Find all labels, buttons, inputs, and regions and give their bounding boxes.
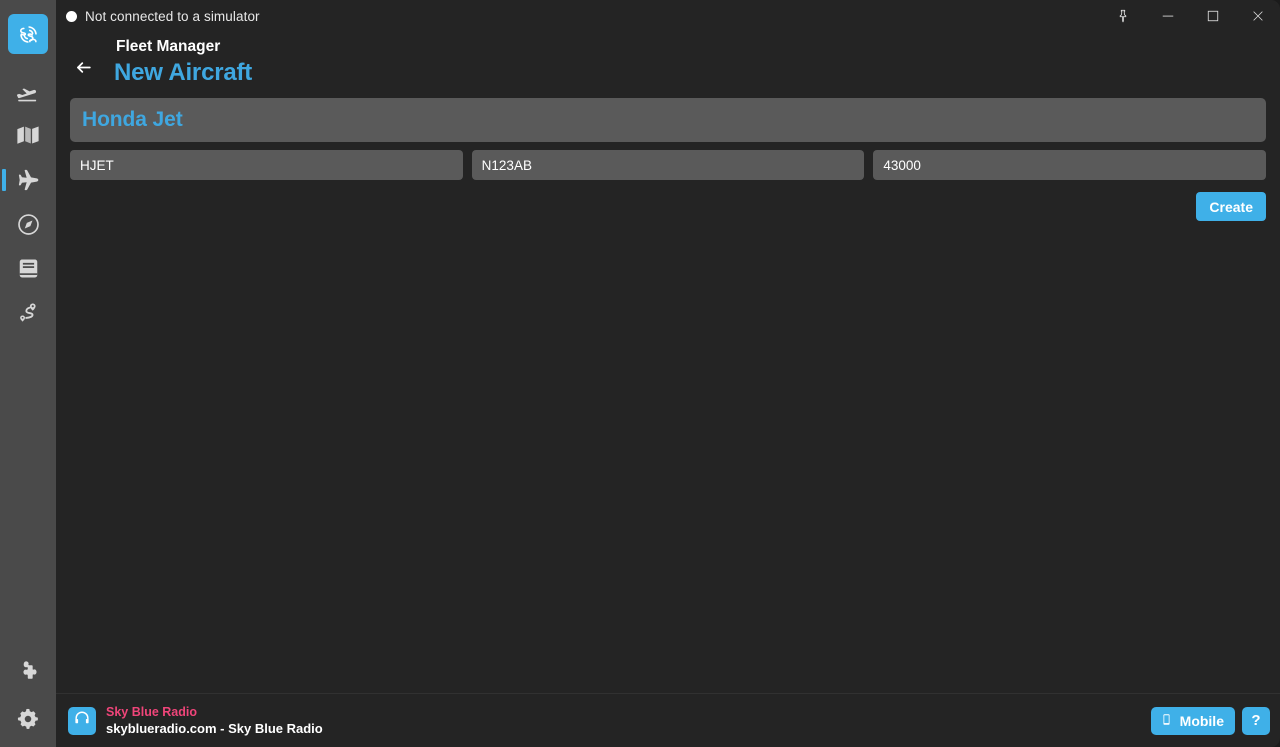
header-titles: Fleet Manager New Aircraft	[114, 34, 252, 87]
puzzle-piece-icon	[16, 659, 41, 684]
page-content: Honda Jet Create	[56, 98, 1280, 693]
sidebar-item-maps[interactable]	[8, 116, 48, 156]
sidebar-rail	[0, 0, 56, 747]
minimize-button[interactable]	[1145, 0, 1190, 32]
maximize-icon	[1206, 9, 1220, 23]
gear-icon	[15, 706, 41, 732]
close-icon	[1251, 9, 1265, 23]
headphones-icon	[73, 709, 91, 732]
bottom-bar: Sky Blue Radio skyblueradio.com - Sky Bl…	[56, 693, 1280, 747]
close-button[interactable]	[1235, 0, 1280, 32]
arrow-left-icon	[74, 58, 93, 82]
map-icon	[15, 123, 41, 149]
main-window: Not connected to a simulator Fleet Manag…	[56, 0, 1280, 747]
phone-icon	[1160, 713, 1173, 729]
aircraft-weight-input[interactable]	[873, 150, 1267, 180]
radio-now-playing: skyblueradio.com - Sky Blue Radio	[106, 721, 323, 736]
aircraft-type-code-input[interactable]	[70, 150, 463, 180]
aircraft-name-bar: Honda Jet	[70, 98, 1266, 142]
sidebar-item-fleet[interactable]	[2, 160, 48, 200]
aircraft-fields-row	[70, 150, 1267, 180]
form-actions: Create	[70, 192, 1266, 221]
sidebar-item-navigation[interactable]	[8, 204, 48, 244]
mobile-button[interactable]: Mobile	[1150, 706, 1235, 735]
page-title: New Aircraft	[114, 59, 253, 86]
plane-icon	[15, 167, 41, 193]
aircraft-registration-input[interactable]	[471, 150, 865, 180]
window-controls	[1100, 0, 1280, 32]
compass-icon	[16, 212, 41, 237]
mobile-button-label: Mobile	[1179, 712, 1224, 729]
content-empty-area	[70, 221, 1266, 693]
page-header: Fleet Manager New Aircraft	[56, 32, 1280, 98]
active-indicator-bar	[2, 169, 6, 191]
maximize-button[interactable]	[1190, 0, 1235, 32]
simconnect-logo-icon	[16, 22, 41, 47]
breadcrumb: Fleet Manager	[116, 38, 221, 55]
connection-status-text: Not connected to a simulator	[85, 8, 260, 24]
radio-info: Sky Blue Radio skyblueradio.com - Sky Bl…	[106, 704, 323, 737]
application-window: Not connected to a simulator Fleet Manag…	[0, 0, 1280, 747]
aircraft-name-label: Honda Jet	[82, 108, 183, 131]
sidebar-item-plugins[interactable]	[8, 651, 48, 691]
back-button[interactable]	[64, 50, 102, 90]
connection-status-icon	[66, 10, 77, 22]
plane-departure-icon	[15, 79, 41, 105]
book-icon	[16, 256, 41, 281]
minimize-icon	[1161, 9, 1175, 23]
sidebar-item-routes[interactable]	[8, 292, 48, 332]
sidebar-item-flights[interactable]	[8, 72, 48, 112]
title-bar: Not connected to a simulator	[56, 0, 1280, 32]
sidebar-item-logbook[interactable]	[8, 248, 48, 288]
radio-station-name: Sky Blue Radio	[106, 705, 197, 719]
radio-player-button[interactable]	[68, 706, 96, 735]
create-button[interactable]: Create	[1196, 192, 1266, 221]
sidebar-item-settings[interactable]	[8, 699, 48, 739]
help-button[interactable]: ?	[1242, 706, 1270, 735]
pin-icon	[1116, 9, 1130, 23]
route-icon	[15, 299, 41, 325]
pin-button[interactable]	[1100, 0, 1145, 32]
sidebar-item-app-logo[interactable]	[8, 14, 48, 54]
